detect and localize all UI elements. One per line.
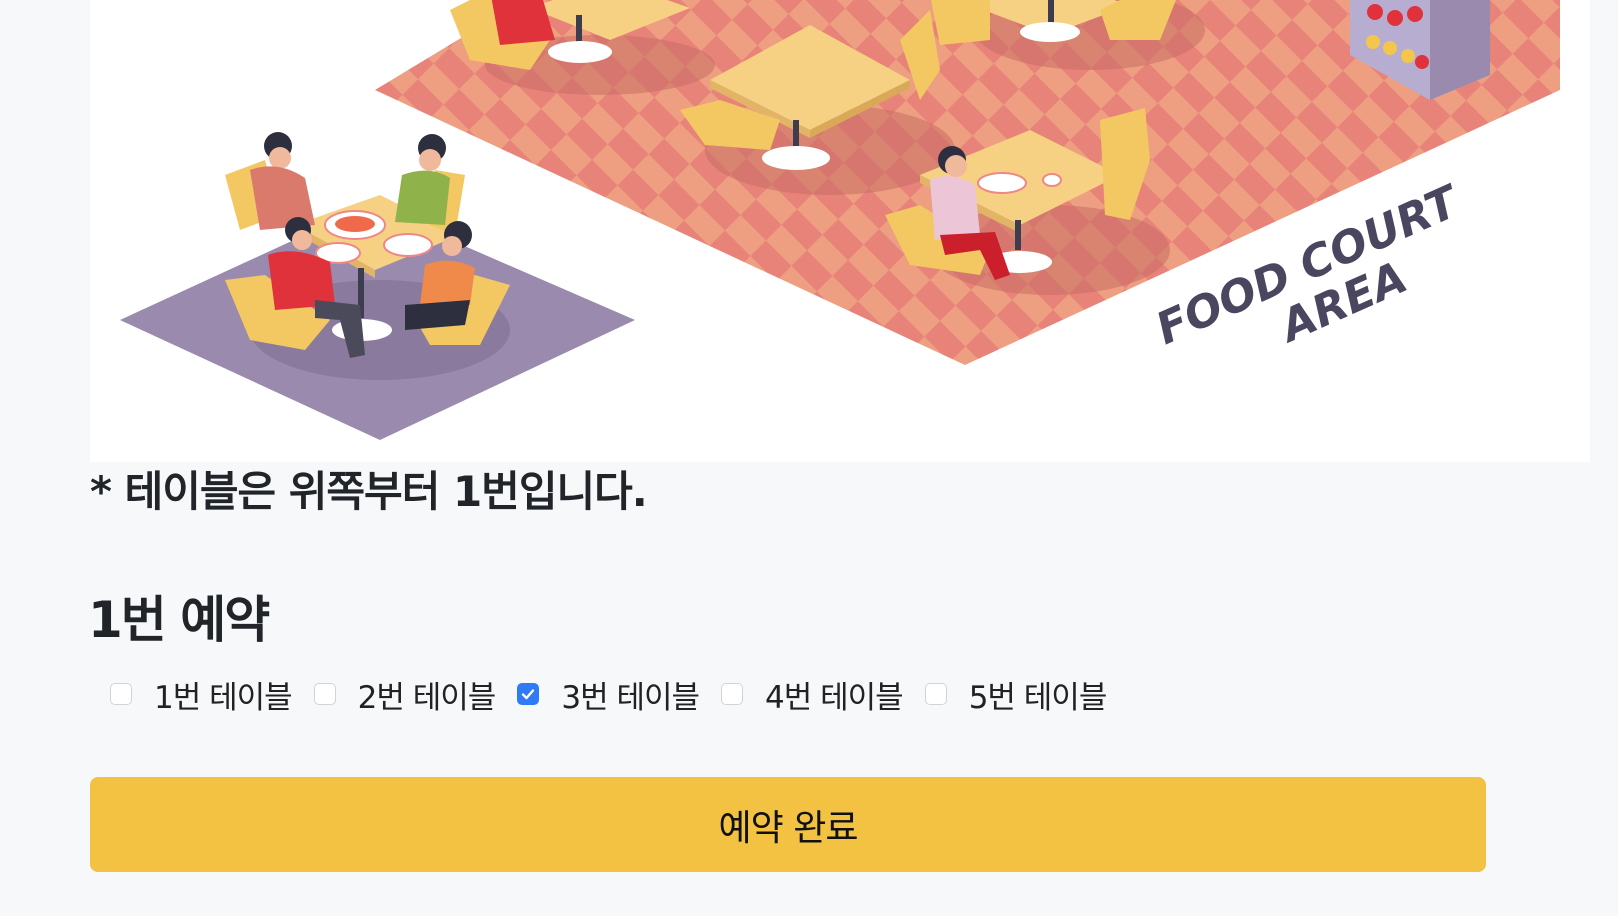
table-3-checkbox[interactable] <box>517 683 540 705</box>
table-option-3[interactable]: 3번 테이블 <box>517 672 700 717</box>
table-2-label: 2번 테이블 <box>357 679 497 716</box>
reservation-title: 1번 예약 <box>88 591 270 649</box>
table-4-label: 4번 테이블 <box>765 679 904 716</box>
table-5-label: 5번 테이블 <box>968 679 1108 716</box>
table-option-2[interactable]: 2번 테이블 <box>313 672 497 717</box>
food-court-illustration: FOOD COURT AREA <box>90 0 1590 462</box>
table-5-checkbox[interactable] <box>924 683 947 705</box>
table-numbering-note: * 테이블은 위쪽부터 1번입니다. <box>90 467 648 516</box>
table-option-5[interactable]: 5번 테이블 <box>924 672 1108 717</box>
table-option-4[interactable]: 4번 테이블 <box>721 672 904 717</box>
table-2-checkbox[interactable] <box>313 683 336 705</box>
table-1-checkbox[interactable] <box>110 683 132 705</box>
table-3-label: 3번 테이블 <box>561 679 700 716</box>
table-options: 1번 테이블 2번 테이블 3번 테이블 4번 테이블 5번 테이블 <box>110 672 1128 716</box>
table-1-label: 1번 테이블 <box>154 679 293 716</box>
table-option-1[interactable]: 1번 테이블 <box>110 672 293 717</box>
checkmark-icon <box>522 689 535 700</box>
table-4-checkbox[interactable] <box>721 683 744 705</box>
reservation-submit-button[interactable]: 예약 완료 <box>90 777 1486 872</box>
